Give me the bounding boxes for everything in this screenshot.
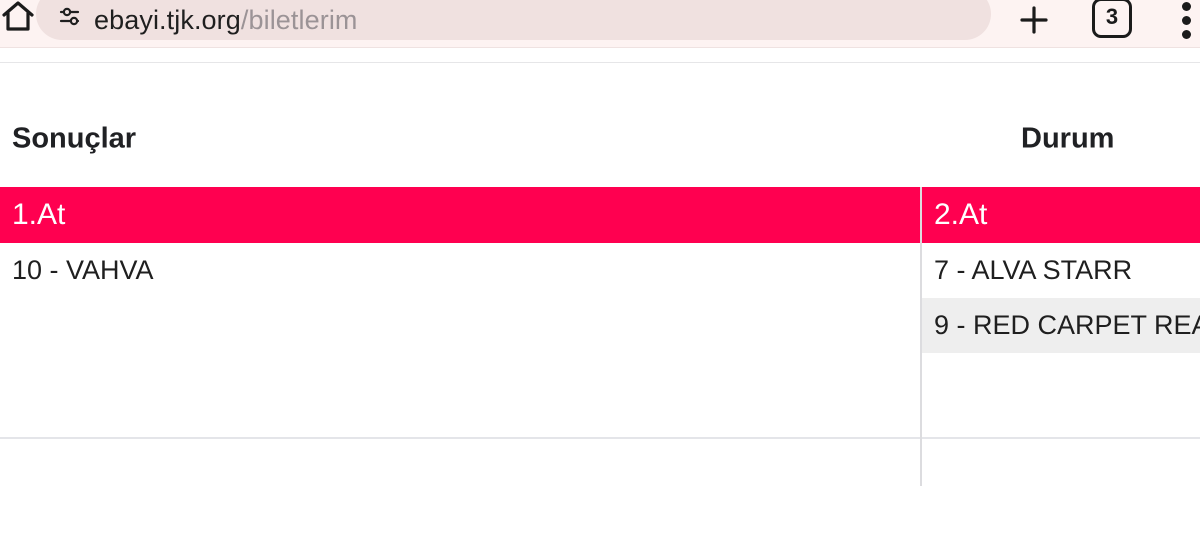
browser-toolbar: ebayi.tjk.org/biletlerim 3: [0, 0, 1200, 48]
table-bottom-border: [0, 437, 1200, 439]
group-title-band: 1.At 2.At: [0, 187, 1200, 243]
results-column-1: 10 - VAHVA: [0, 243, 920, 439]
group-title-2: 2.At: [934, 198, 988, 231]
new-tab-button[interactable]: [1014, 0, 1054, 40]
three-dot-menu-icon[interactable]: [1178, 2, 1194, 44]
menu-dot: [1181, 16, 1191, 25]
url-host: ebayi.tjk.org: [94, 5, 241, 35]
column-divider: [920, 187, 922, 486]
table-row[interactable]: 7 - ALVA STARR: [922, 243, 1200, 298]
table-column-headers: Sonuçlar Durum: [0, 63, 1200, 187]
tune-icon[interactable]: [58, 4, 84, 30]
page-content: Sonuçlar Durum 1.At 2.At 10 - VAHVA 7 - …: [0, 49, 1200, 554]
results-table: 1.At 2.At 10 - VAHVA 7 - ALVA STARR 9 - …: [0, 187, 1200, 486]
group-title-1: 1.At: [12, 198, 66, 231]
menu-dot: [1181, 2, 1191, 11]
tab-counter-label: 3: [1105, 4, 1119, 29]
menu-dot: [1181, 30, 1191, 39]
column-header-results: Sonuçlar: [12, 122, 137, 155]
horse-entry-label: 10 - VAHVA: [12, 255, 154, 285]
home-icon[interactable]: [0, 0, 40, 38]
table-row[interactable]: 9 - RED CARPET READY: [922, 298, 1200, 353]
table-row[interactable]: 10 - VAHVA: [0, 243, 920, 298]
url-text[interactable]: ebayi.tjk.org/biletlerim: [94, 0, 358, 40]
url-path: /biletlerim: [240, 5, 358, 35]
tab-counter-button[interactable]: 3: [1092, 0, 1134, 40]
url-bar[interactable]: ebayi.tjk.org/biletlerim: [36, 0, 991, 40]
column-header-status: Durum: [1021, 122, 1115, 155]
results-column-2: 7 - ALVA STARR 9 - RED CARPET READY: [922, 243, 1200, 439]
horse-entry-label: 9 - RED CARPET READY: [934, 310, 1200, 340]
horse-entry-label: 7 - ALVA STARR: [934, 255, 1133, 285]
